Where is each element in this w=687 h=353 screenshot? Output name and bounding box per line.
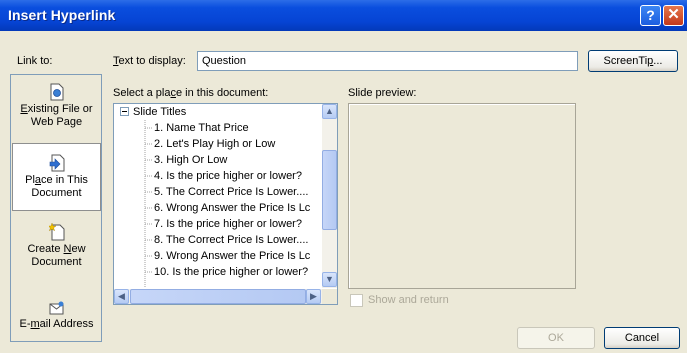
- collapse-icon[interactable]: [120, 107, 129, 116]
- text-to-display-label: Text to display:: [113, 55, 186, 67]
- link-to-label: Link to:: [17, 55, 53, 67]
- sidebar-item-existing-file[interactable]: Existing File or Web Page: [12, 83, 101, 143]
- link-to-sidebar: Existing File or Web Page Place in This …: [10, 74, 102, 342]
- sidebar-item-label-line2: Document: [31, 256, 82, 268]
- screentip-button[interactable]: ScreenTip...: [588, 50, 678, 72]
- scroll-left-button[interactable]: ◀: [114, 289, 129, 304]
- select-place-label: Select a place in this document:: [113, 87, 269, 99]
- scrollbar-corner: [322, 289, 337, 304]
- scroll-down-button[interactable]: ▼: [322, 272, 337, 287]
- close-button[interactable]: ✕: [663, 5, 684, 26]
- cancel-button[interactable]: Cancel: [604, 327, 680, 349]
- horizontal-scroll-thumb[interactable]: [130, 289, 306, 304]
- window-title: Insert Hyperlink: [8, 7, 116, 23]
- scroll-right-button[interactable]: ▶: [306, 289, 321, 304]
- tree-item[interactable]: 7. Is the price higher or lower?: [154, 216, 302, 232]
- document-tree[interactable]: Slide Titles 1. Name That Price 2. Let's…: [113, 103, 338, 305]
- sidebar-item-label: Existing File or: [20, 103, 93, 115]
- sidebar-item-label: Create New: [27, 243, 86, 255]
- tree-item[interactable]: 5. The Correct Price Is Lower....: [154, 184, 308, 200]
- email-icon: [49, 301, 63, 315]
- show-and-return-label: Show and return: [368, 294, 449, 306]
- vertical-scroll-thumb[interactable]: [322, 150, 337, 230]
- tree-item[interactable]: 2. Let's Play High or Low: [154, 136, 275, 152]
- help-button[interactable]: ?: [640, 5, 661, 26]
- horizontal-scrollbar[interactable]: ◀ ▶: [114, 289, 322, 304]
- sidebar-item-label-line2: Web Page: [30, 116, 83, 128]
- sidebar-item-create-new[interactable]: Create New Document: [12, 223, 101, 279]
- scroll-up-button[interactable]: ▲: [322, 104, 337, 119]
- existing-file-icon: [50, 83, 63, 101]
- ok-button[interactable]: OK: [517, 327, 595, 349]
- sidebar-item-label: Place in This: [25, 174, 88, 186]
- tree-item[interactable]: 8. The Correct Price Is Lower....: [154, 232, 308, 248]
- place-in-document-icon: [49, 154, 64, 172]
- tree-item[interactable]: 1. Name That Price: [154, 120, 249, 136]
- sidebar-item-place-in-document[interactable]: Place in This Document: [12, 143, 101, 211]
- vertical-scrollbar[interactable]: ▲ ▼: [322, 104, 337, 288]
- new-document-icon: [48, 223, 64, 241]
- tree-item[interactable]: 4. Is the price higher or lower?: [154, 168, 302, 184]
- tree-item[interactable]: 6. Wrong Answer the Price Is Lc: [154, 200, 310, 216]
- slide-preview-pane: [348, 103, 576, 289]
- tree-item[interactable]: 10. Is the price higher or lower?: [154, 264, 308, 280]
- tree-root[interactable]: Slide Titles: [120, 104, 186, 120]
- title-bar[interactable]: Insert Hyperlink ? ✕: [0, 0, 687, 31]
- tree-item[interactable]: 3. High Or Low: [154, 152, 227, 168]
- show-and-return-checkbox[interactable]: [350, 294, 363, 307]
- text-to-display-input[interactable]: Question: [197, 51, 578, 71]
- tree-root-label: Slide Titles: [133, 106, 187, 118]
- slide-preview-label: Slide preview:: [348, 87, 417, 99]
- sidebar-item-label: E-mail Address: [19, 318, 94, 330]
- sidebar-item-label-line2: Document: [31, 187, 82, 199]
- tree-item[interactable]: 9. Wrong Answer the Price Is Lc: [154, 248, 310, 264]
- sidebar-item-email[interactable]: E-mail Address: [12, 300, 101, 340]
